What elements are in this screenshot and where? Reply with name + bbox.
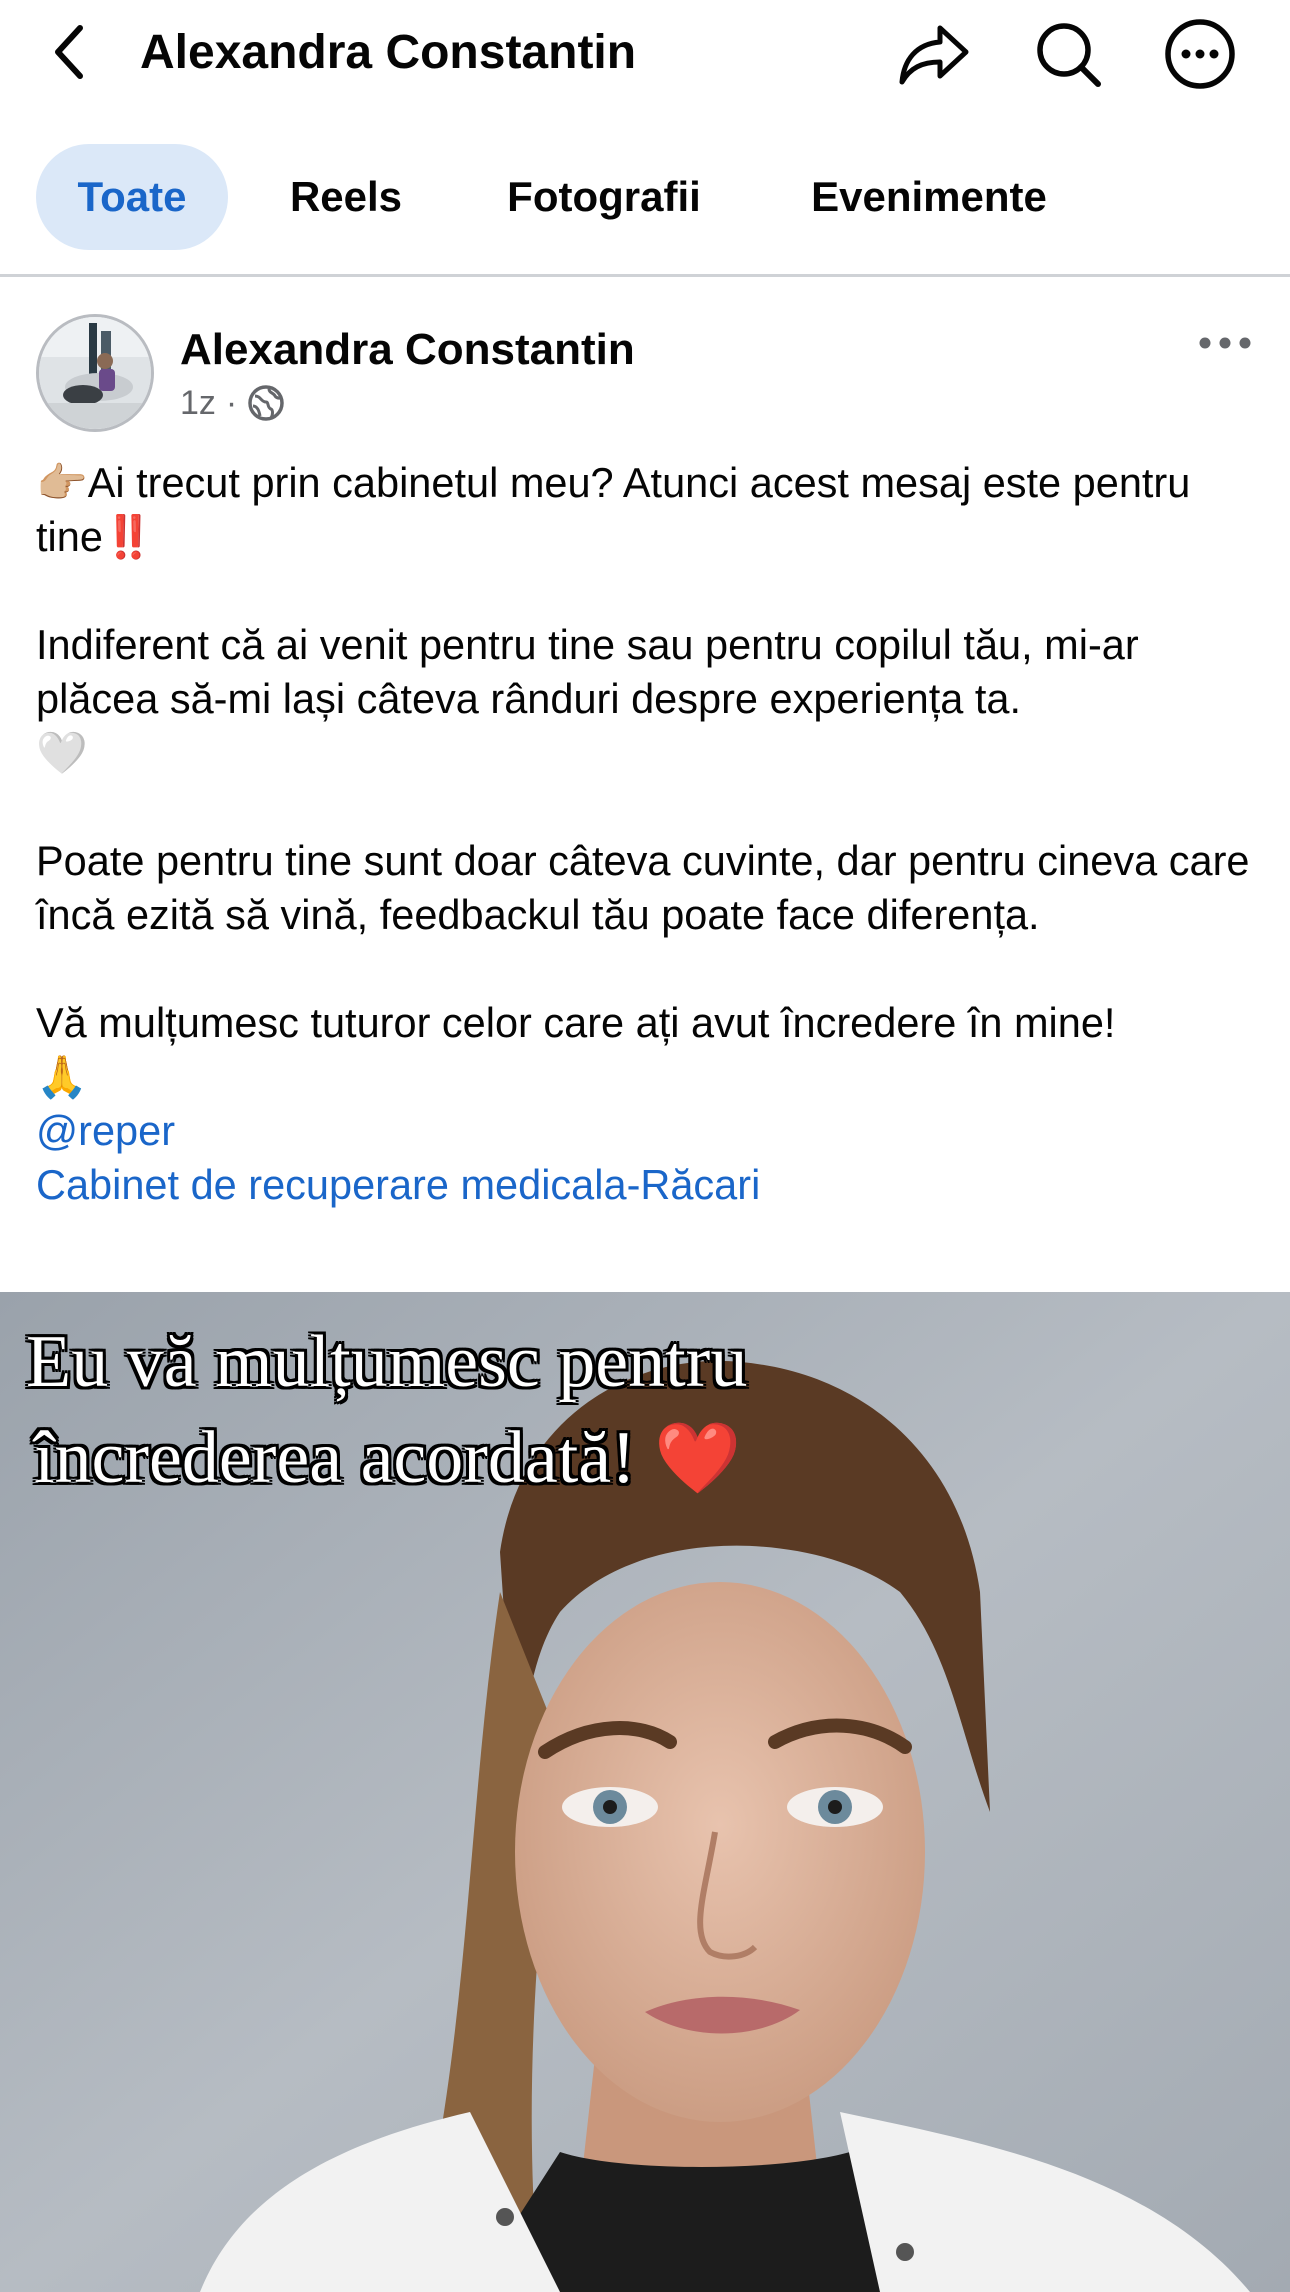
more-options-button[interactable] xyxy=(1162,16,1238,92)
double-exclamation-emoji: ‼️ xyxy=(102,512,155,561)
post-time[interactable]: 1z xyxy=(180,380,216,426)
avatar[interactable] xyxy=(36,314,154,432)
red-heart-emoji: ❤️ xyxy=(654,1417,742,1499)
mention-link[interactable]: @reper xyxy=(36,1104,1266,1158)
content-tabs: Toate Reels Fotografii Evenimente xyxy=(0,140,1290,254)
post-meta: 1z · xyxy=(180,380,285,426)
post-paragraph-2: Indiferent că ai venit pentru tine sau p… xyxy=(36,621,1139,777)
post-paragraph-3: Poate pentru tine sunt doar câteva cuvin… xyxy=(36,837,1250,938)
search-icon xyxy=(1037,23,1101,87)
post-options-button[interactable] xyxy=(1190,318,1260,368)
more-horizontal-icon xyxy=(1199,337,1251,349)
post-photo[interactable]: Eu vă mulțumesc pentru încrederea acorda… xyxy=(0,1292,1290,2292)
tab-reels[interactable]: Reels xyxy=(266,144,426,250)
top-bar: Alexandra Constantin xyxy=(0,0,1290,110)
page-link[interactable]: Cabinet de recuperare medicala-Răcari xyxy=(36,1158,1266,1212)
search-button[interactable] xyxy=(1030,16,1106,92)
praying-hands-emoji: 🙏 xyxy=(36,1052,88,1101)
photo-caption: Eu vă mulțumesc pentru încrederea acorda… xyxy=(26,1321,748,1499)
globe-icon xyxy=(248,385,284,421)
pointing-hand-emoji: 👉🏼 xyxy=(36,458,88,507)
share-icon xyxy=(899,25,969,85)
divider xyxy=(0,274,1290,277)
post-paragraph-1: 👉🏼Ai trecut prin cabinetul meu? Atunci a… xyxy=(36,458,1191,561)
tab-fotografii[interactable]: Fotografii xyxy=(486,144,722,250)
post-paragraph-4: Vă mulțumesc tuturor celor care ați avut… xyxy=(36,999,1116,1101)
chevron-left-icon xyxy=(55,25,83,79)
avatar-photo xyxy=(39,317,151,429)
tab-evenimente[interactable]: Evenimente xyxy=(786,144,1072,250)
post-author[interactable]: Alexandra Constantin xyxy=(180,320,635,380)
share-button[interactable] xyxy=(896,16,972,92)
white-heart-emoji: 🤍 xyxy=(36,728,88,777)
tab-toate[interactable]: Toate xyxy=(36,144,228,250)
post-body: 👉🏼Ai trecut prin cabinetul meu? Atunci a… xyxy=(36,456,1266,1212)
meta-separator: · xyxy=(225,384,238,422)
back-button[interactable] xyxy=(40,20,100,84)
more-horizontal-circle-icon xyxy=(1165,19,1235,89)
page-title: Alexandra Constantin xyxy=(140,26,637,79)
